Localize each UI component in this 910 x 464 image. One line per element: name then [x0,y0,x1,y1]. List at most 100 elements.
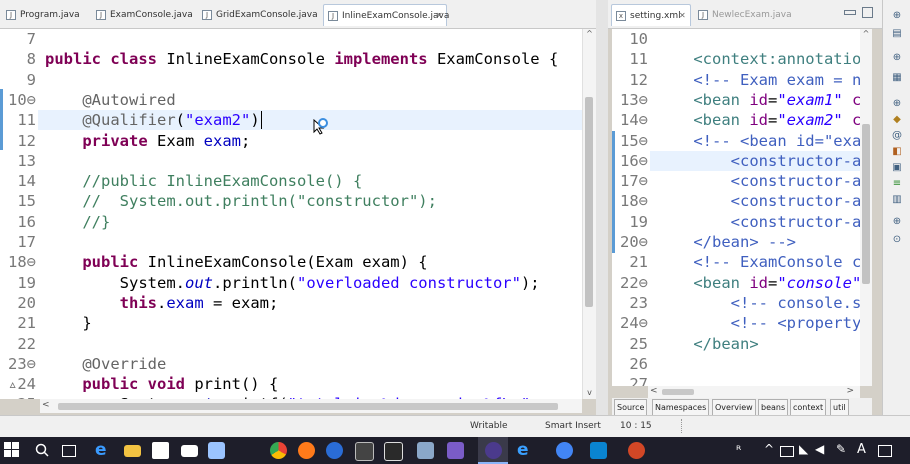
code-line[interactable]: 19 System.out.println("overloaded constr… [0,273,595,293]
code-line[interactable]: 19 <constructor-a [612,212,860,232]
editor-page-tab[interactable]: beans [758,399,789,416]
minimize-icon[interactable] [844,10,856,15]
scroll-left-icon[interactable]: < [650,386,658,396]
tray-chevron-up-icon[interactable]: ^ [764,442,774,456]
powerpoint-icon[interactable] [628,442,645,459]
vscode-icon[interactable] [590,442,607,459]
visual-studio-icon[interactable] [447,442,464,459]
windows-start-icon[interactable] [4,442,21,459]
code-line[interactable]: 13⊖ <bean id="exam1" c [612,90,860,110]
outline-icon[interactable]: ▤ [889,26,905,42]
scroll-thumb[interactable] [662,389,694,395]
code-line[interactable]: 20 this.exam = exam; [0,293,595,313]
code-line[interactable]: 12 <!-- Exam exam = n [612,70,860,90]
tray-wifi-icon[interactable]: ◣ [799,442,808,456]
maximize-icon[interactable] [862,7,873,18]
java-horizontal-scrollbar[interactable]: < [40,399,582,413]
code-line[interactable]: 27 [612,374,860,386]
restore-icon[interactable]: ⊕ [889,214,905,230]
java-editor[interactable]: 7 8 public class InlineExamConsole impleme… [0,29,595,399]
code-line[interactable]: 13 [0,151,595,171]
tab-gridexamconsole-java[interactable]: J GridExamConsole.java [198,4,318,26]
code-line[interactable]: 24⊖ <!-- <property [612,313,860,333]
xml-vertical-scrollbar[interactable]: ^ [860,29,872,386]
code-line[interactable]: 14 //public InlineExamConsole() { [0,171,595,191]
tray-people-icon[interactable]: ᴿ [736,443,741,457]
java-vertical-scrollbar[interactable]: ^ v [582,29,596,399]
code-line[interactable]: 10⊖ @Autowired [0,90,595,110]
tab-setting-xml[interactable]: x setting.xml ✕ [611,4,691,26]
code-line[interactable]: 15 // System.out.println("constructor"); [0,191,595,211]
chrome-icon[interactable] [270,442,287,459]
console-icon[interactable]: ▣ [889,160,905,176]
tray-volume-icon[interactable]: ◀ [815,442,824,456]
code-line[interactable]: 22 [0,334,595,354]
javadoc-icon[interactable]: @ [889,128,905,144]
task-view-icon[interactable] [62,445,76,457]
code-line[interactable]: 11 <context:annotatio [612,49,860,69]
editor-page-tab[interactable]: context [790,399,827,416]
scroll-thumb[interactable] [585,97,593,307]
declaration-icon[interactable]: ◧ [889,144,905,160]
code-line[interactable]: 20⊖ </bean> --> [612,232,860,252]
problems-icon[interactable]: ◆ [889,112,905,128]
editor-page-tab[interactable]: Source [614,399,648,416]
code-line[interactable]: 9 [0,70,595,90]
data-source-icon[interactable]: ▥ [889,192,905,208]
tray-pen-icon[interactable]: ✎ [836,442,846,456]
code-line[interactable]: 16⊖ <constructor-a [612,151,860,171]
code-line[interactable]: 11 @Qualifier("exam2") [0,110,595,130]
code-line[interactable]: 8 public class InlineExamConsole implemen… [0,49,595,69]
eclipse-icon[interactable] [485,442,502,459]
edge-icon[interactable]: e [95,442,112,459]
code-line[interactable]: 23 <!-- console.s [612,293,860,313]
code-line[interactable]: 25 </bean> [612,334,860,354]
code-line[interactable]: 26 [612,354,860,374]
editor-divider[interactable] [596,0,608,415]
bookmarks-icon[interactable]: ⊙ [889,232,905,248]
restore-icon[interactable]: ⊕ [889,96,905,112]
code-line[interactable]: 15⊖ <!-- <bean id="exa [612,131,860,151]
editor-page-tab[interactable]: Overview [712,399,756,416]
tray-network-icon[interactable] [780,446,794,457]
tab-inlineexamconsole-java[interactable]: J InlineExamConsole.java ✕ [323,4,449,27]
tray-ime-indicator[interactable]: A [857,442,866,457]
code-line[interactable]: 22⊖ <bean id="console" [612,273,860,293]
notes-icon[interactable] [417,442,434,459]
tab-examconsole-java[interactable]: J ExamConsole.java [92,4,193,26]
chrome-alt-icon[interactable] [556,442,573,459]
code-line[interactable]: 7 [0,29,595,49]
code-line[interactable]: 14⊖ <bean id="exam2" c [612,110,860,130]
terminal-icon[interactable] [355,442,374,461]
scroll-thumb[interactable] [862,124,870,284]
code-line[interactable]: 21 } [0,313,595,333]
code-line[interactable]: 17⊖ <constructor-a [612,171,860,191]
ie-icon[interactable]: e [517,442,534,459]
editor-page-tab[interactable]: util [830,399,849,416]
quick-access-icon[interactable]: ⊕ [889,8,905,24]
code-line[interactable]: 18⊖ public InlineExamConsole(Exam exam) … [0,252,595,272]
notification-icon[interactable] [878,445,892,457]
servers-icon[interactable]: ≡ [889,176,905,192]
code-line[interactable]: ▵24 public void print() { [0,374,595,394]
network-app-icon[interactable] [208,442,225,459]
code-line[interactable]: 18⊖ <constructor-a [612,191,860,211]
code-line[interactable]: 17 [0,232,595,252]
search-icon[interactable] [34,442,51,459]
code-line[interactable]: 10 [612,29,860,49]
code-line[interactable]: 12 private Exam exam; [0,131,595,151]
package-explorer-icon[interactable]: ▦ [889,70,905,86]
close-icon[interactable]: ✕ [436,5,443,27]
close-icon[interactable]: ✕ [679,5,686,27]
scroll-right-icon[interactable]: > [846,386,854,396]
app-icon[interactable] [326,442,343,459]
scroll-up-icon[interactable]: ^ [583,29,596,38]
code-line[interactable]: 21 <!-- ExamConsole c [612,252,860,272]
scroll-thumb[interactable] [58,403,558,410]
scroll-left-icon[interactable]: < [42,400,50,410]
xml-editor[interactable]: 10 11 <context:annotatio 12 <!-- Exam exam… [612,29,860,386]
scroll-down-icon[interactable]: v [583,388,596,397]
scroll-up-icon[interactable]: ^ [860,29,872,38]
store-icon[interactable] [152,442,169,459]
xml-horizontal-scrollbar[interactable]: < > [648,386,860,398]
